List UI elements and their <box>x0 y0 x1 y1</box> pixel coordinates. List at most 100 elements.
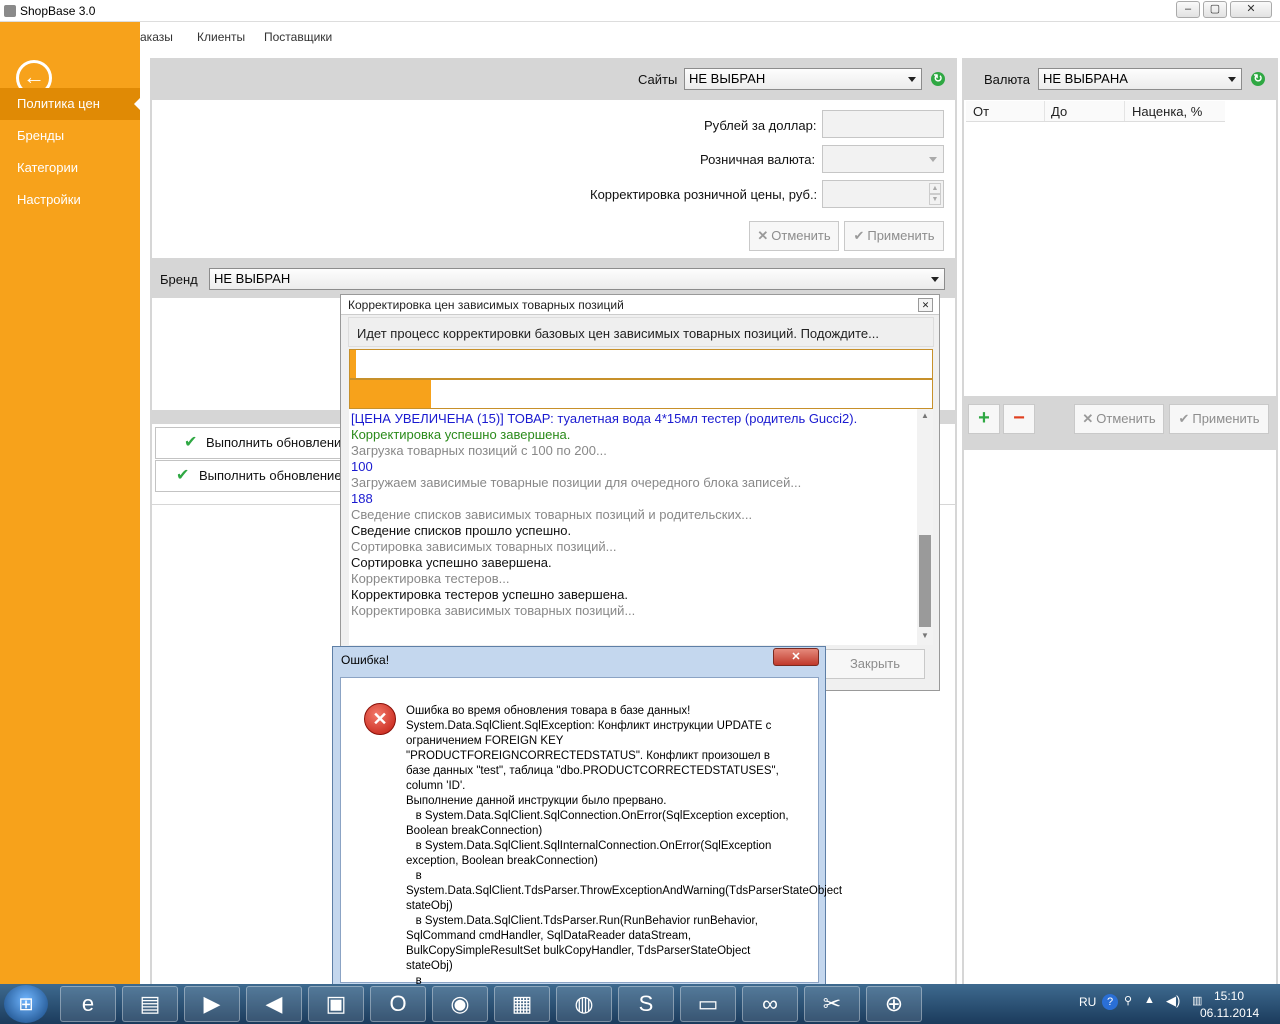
scrollbar-thumb[interactable] <box>919 535 931 627</box>
opera-icon[interactable]: O <box>370 986 426 1022</box>
show-hidden-icons[interactable]: ▲ <box>1144 994 1155 1006</box>
refresh-icon[interactable]: ↻ <box>1251 72 1265 86</box>
save-app-icon[interactable]: ▣ <box>308 986 364 1022</box>
visual-studio-icon[interactable]: ∞ <box>742 986 798 1022</box>
run-update-button-1[interactable]: ✔ Выполнить обновлени <box>155 427 355 459</box>
column-divider <box>1124 101 1125 121</box>
refresh-icon[interactable]: ↻ <box>931 72 945 86</box>
dialog-title: Корректировка цен зависимых товарных поз… <box>341 295 939 315</box>
remove-row-button[interactable]: − <box>1003 404 1035 434</box>
progress-dialog: Корректировка цен зависимых товарных поз… <box>340 294 940 691</box>
error-dialog: Ошибка! ✕ ✕ Ошибка во время обновления т… <box>332 646 843 987</box>
language-indicator[interactable]: RU <box>1079 995 1096 1009</box>
ie-icon[interactable]: e <box>60 986 116 1022</box>
close-window-button[interactable]: ✕ <box>1230 1 1272 18</box>
error-message: Ошибка во время обновления товара в базе… <box>406 705 843 987</box>
column-to[interactable]: До <box>1051 104 1067 119</box>
firefox-icon[interactable]: ◍ <box>556 986 612 1022</box>
window-title: ShopBase 3.0 <box>20 4 96 18</box>
progress-bar-1-fill <box>350 350 356 378</box>
rub-per-dollar-field[interactable] <box>822 110 944 138</box>
log-line: Загружаем зависимые товарные позиции для… <box>351 475 802 490</box>
log-scrollbar[interactable]: ▲ ▼ <box>917 409 933 645</box>
cross-icon: ✕ <box>1082 411 1094 426</box>
brand-dropdown[interactable]: НЕ ВЫБРАН <box>209 268 945 290</box>
check-icon: ✔ <box>176 467 190 484</box>
message-box: Идет процесс корректировки базовых цен з… <box>348 317 934 347</box>
progress-message: Идет процесс корректировки базовых цен з… <box>357 326 879 341</box>
volume-icon[interactable]: ◀) <box>1166 993 1180 1009</box>
dialog-close-button[interactable]: Закрыть <box>825 649 925 679</box>
dialog-close-icon[interactable]: ✕ <box>918 298 933 312</box>
chrome-icon[interactable]: ◉ <box>432 986 488 1022</box>
minimize-button[interactable]: – <box>1176 1 1200 18</box>
run-update-1-label: Выполнить обновлени <box>206 435 342 450</box>
computer-icon[interactable]: ▭ <box>680 986 736 1022</box>
log-line: Корректировка тестеров успешно завершена… <box>351 587 628 602</box>
scroll-down-icon[interactable]: ▼ <box>921 631 929 640</box>
form-cancel-button[interactable]: ✕ Отменить <box>749 221 839 251</box>
table-header: От До Наценка, % <box>966 101 1225 122</box>
column-markup[interactable]: Наценка, % <box>1132 104 1202 119</box>
log-line: Корректировка зависимых товарных позиций… <box>351 603 636 618</box>
markup-table <box>964 100 1276 396</box>
log-line: Сведение списков прошло успешно. <box>351 523 572 538</box>
taskbar: ⊞ e ▤ ▶ ◀ ▣ O ◉ ▦ ◍ S ▭ ∞ ✂ ⊕ RU ? ⚲ ▲ ◀… <box>0 984 1280 1024</box>
tray-icon[interactable]: ⚲ <box>1124 994 1132 1007</box>
progress-bar-1 <box>349 349 933 379</box>
form-cancel-label: Отменить <box>771 228 831 243</box>
error-title: Ошибка! <box>341 653 390 667</box>
help-icon[interactable]: ? <box>1102 994 1118 1010</box>
stepper-down-icon[interactable]: ▼ <box>929 194 941 205</box>
sites-dropdown[interactable]: НЕ ВЫБРАН <box>684 68 922 90</box>
retail-currency-dropdown[interactable] <box>822 145 944 173</box>
sidebar: ← Политика цен Бренды Категории Настройк… <box>0 22 140 984</box>
network-icon[interactable]: ▦ <box>494 986 550 1022</box>
explorer-icon[interactable]: ▤ <box>122 986 178 1022</box>
skype-icon[interactable]: S <box>618 986 674 1022</box>
log-line: 100 <box>351 459 373 474</box>
sidebar-item-brands[interactable]: Бренды <box>0 120 140 152</box>
log-list: [ЦЕНА УВЕЛИЧЕНА (15)] ТОВАР: туалетная в… <box>351 411 911 619</box>
media-player-icon[interactable]: ▶ <box>184 986 240 1022</box>
rub-per-dollar-label: Рублей за доллар: <box>704 118 817 133</box>
scroll-up-icon[interactable]: ▲ <box>921 411 929 420</box>
add-row-button[interactable]: + <box>968 404 1000 434</box>
minus-icon: − <box>1013 407 1025 429</box>
brand-value: НЕ ВЫБРАН <box>214 271 291 286</box>
clock-time[interactable]: 15:10 <box>1214 989 1244 1003</box>
sidebar-item-settings[interactable]: Настройки <box>0 184 140 216</box>
chevron-down-icon <box>931 277 939 286</box>
chevron-down-icon <box>929 157 937 166</box>
sidebar-item-categories[interactable]: Категории <box>0 152 140 184</box>
run-update-button-2[interactable]: ✔ Выполнить обновление <box>155 460 355 492</box>
chevron-down-icon <box>908 77 916 86</box>
log-line: Сортировка успешно завершена. <box>351 555 552 570</box>
stepper-up-icon[interactable]: ▲ <box>929 183 941 194</box>
maximize-button[interactable]: ▢ <box>1203 1 1227 18</box>
form-apply-label: Применить <box>867 228 935 243</box>
currency-label: Валюта <box>984 72 1030 87</box>
cart-icon[interactable]: ⊕ <box>866 986 922 1022</box>
volume-app-icon[interactable]: ◀ <box>246 986 302 1022</box>
sites-value: НЕ ВЫБРАН <box>689 71 766 86</box>
retail-correction-stepper[interactable]: ▲ ▼ <box>822 180 944 208</box>
error-close-button[interactable]: ✕ <box>773 648 819 666</box>
form-apply-button[interactable]: ✔ Применить <box>844 221 944 251</box>
currency-lower-area <box>964 450 1276 984</box>
log-line: Корректировка тестеров... <box>351 571 510 586</box>
log-area[interactable]: [ЦЕНА УВЕЛИЧЕНА (15)] ТОВАР: туалетная в… <box>349 409 933 645</box>
tab-orders[interactable]: аказы <box>140 30 173 44</box>
clock-date[interactable]: 06.11.2014 <box>1200 1006 1259 1020</box>
column-from[interactable]: От <box>973 104 989 119</box>
sidebar-item-price-policy[interactable]: Политика цен <box>0 88 140 120</box>
run-update-2-label: Выполнить обновление <box>199 468 342 483</box>
tab-clients[interactable]: Клиенты <box>197 30 245 44</box>
check-icon: ✔ <box>853 228 865 243</box>
tab-suppliers[interactable]: Поставщики <box>264 30 332 44</box>
start-button[interactable]: ⊞ <box>4 985 48 1023</box>
currency-apply-button[interactable]: ✔ Применить <box>1169 404 1269 434</box>
tools-icon[interactable]: ✂ <box>804 986 860 1022</box>
currency-cancel-button[interactable]: ✕ Отменить <box>1074 404 1164 434</box>
currency-dropdown[interactable]: НЕ ВЫБРАНА <box>1038 68 1242 90</box>
